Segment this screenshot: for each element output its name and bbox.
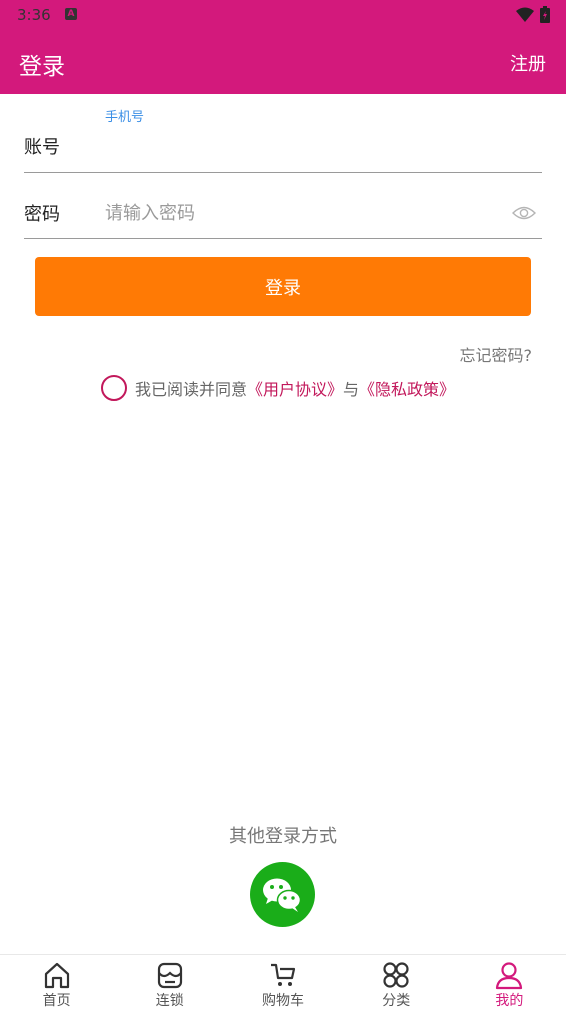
page-title: 登录 — [19, 54, 65, 80]
tab-label-category: 分类 — [382, 993, 411, 1009]
agreement-prefix: 我已阅读并同意 — [135, 379, 248, 399]
agree-checkbox[interactable] — [101, 374, 127, 401]
cart-icon — [271, 963, 296, 986]
tab-category[interactable]: 分类 — [340, 955, 453, 1009]
tab-cart[interactable]: 购物车 — [226, 955, 339, 1009]
password-input[interactable] — [105, 198, 505, 228]
password-label: 密码 — [24, 204, 60, 225]
tab-label-chain: 连锁 — [155, 993, 184, 1009]
notification-icon: A — [65, 8, 77, 20]
status-bar: 3:36 A — [0, 0, 566, 30]
wifi-icon — [516, 7, 534, 22]
agreement-conjunction: 与 — [343, 379, 360, 399]
user-agreement-link[interactable]: 《用户协议》 — [247, 380, 343, 399]
forgot-password-link[interactable]: 忘记密码? — [460, 342, 533, 366]
battery-icon — [540, 6, 550, 23]
account-label: 账号 — [24, 137, 60, 158]
password-field[interactable]: 密码 — [24, 180, 542, 239]
tab-profile[interactable]: 我的 — [453, 955, 566, 1009]
agreement-row: 我已阅读并同意《用户协议》与《隐私政策》 — [101, 374, 455, 401]
account-hint: 手机号 — [105, 110, 145, 125]
tab-label-profile: 我的 — [495, 993, 524, 1009]
store-icon — [157, 962, 182, 989]
profile-icon — [496, 962, 523, 990]
account-field[interactable]: 手机号 账号 — [24, 96, 542, 173]
home-icon — [44, 962, 69, 989]
status-indicators — [516, 6, 550, 23]
category-icon — [383, 962, 409, 988]
register-button[interactable]: 注册 — [510, 50, 546, 76]
tab-label-cart: 购物车 — [262, 993, 304, 1009]
agreement-text: 我已阅读并同意《用户协议》与《隐私政策》 — [135, 376, 455, 400]
eye-icon[interactable] — [512, 205, 536, 221]
tab-bar: 首页 连锁 购物车 分类 我的 — [0, 954, 566, 1009]
app-bar: 登录 注册 — [0, 30, 566, 94]
login-button[interactable]: 登录 — [35, 257, 531, 316]
status-time: 3:36 — [17, 6, 51, 24]
tab-chain[interactable]: 连锁 — [113, 955, 226, 1009]
tab-label-home: 首页 — [42, 993, 71, 1009]
wechat-login-button[interactable] — [250, 862, 315, 927]
account-input[interactable] — [105, 130, 525, 160]
privacy-policy-link[interactable]: 《隐私政策》 — [359, 380, 455, 399]
other-login-title: 其他登录方式 — [229, 826, 337, 847]
wechat-icon — [263, 878, 302, 912]
tab-home[interactable]: 首页 — [0, 955, 113, 1009]
